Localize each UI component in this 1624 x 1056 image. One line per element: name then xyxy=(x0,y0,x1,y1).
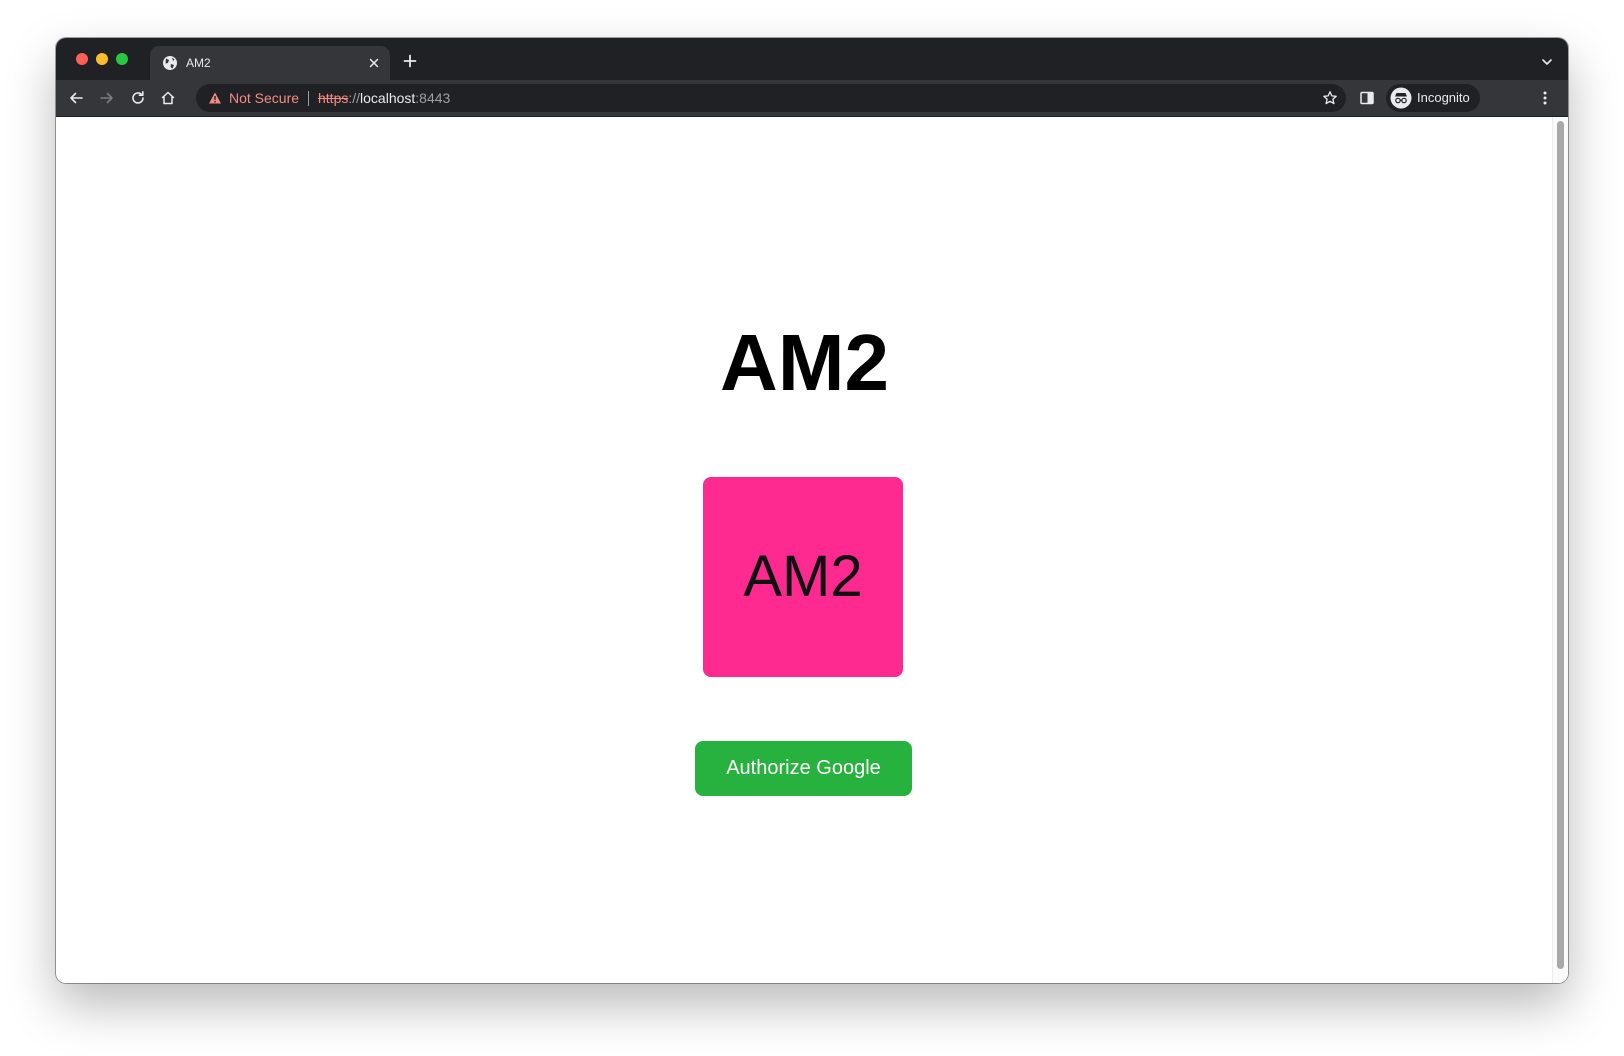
chevron-down-icon[interactable] xyxy=(1540,55,1554,69)
warning-icon[interactable] xyxy=(208,91,222,105)
plus-icon[interactable] xyxy=(402,53,418,69)
tab-am2[interactable]: AM2 xyxy=(150,46,390,80)
url-separator: :// xyxy=(348,90,361,106)
url-scheme: https xyxy=(318,90,349,106)
app-logo: AM2 xyxy=(703,477,903,677)
back-arrow-icon[interactable] xyxy=(65,87,87,109)
page-viewport: AM2 AM2 Authorize Google xyxy=(56,117,1568,983)
tab-strip: AM2 xyxy=(56,38,1568,80)
browser-window: AM2 Not Secure https://localhost:8443 In… xyxy=(56,38,1568,983)
scrollbar-thumb[interactable] xyxy=(1557,121,1564,969)
minimize-window-button[interactable] xyxy=(96,53,108,65)
close-window-button[interactable] xyxy=(76,53,88,65)
home-icon[interactable] xyxy=(157,87,179,109)
reload-icon[interactable] xyxy=(127,87,149,109)
vertical-scrollbar[interactable] xyxy=(1552,117,1568,983)
profile-label: Incognito xyxy=(1417,90,1470,105)
address-bar[interactable]: Not Secure https://localhost:8443 xyxy=(196,84,1346,112)
close-icon[interactable] xyxy=(366,55,382,71)
page-title: AM2 xyxy=(720,318,889,407)
globe-icon xyxy=(162,55,178,71)
url-host: localhost xyxy=(360,90,416,106)
forward-arrow-icon[interactable] xyxy=(96,87,118,109)
url-port: :8443 xyxy=(415,90,451,106)
star-icon[interactable] xyxy=(1322,90,1338,106)
side-panel-icon[interactable] xyxy=(1356,87,1378,109)
tab-title: AM2 xyxy=(186,56,211,70)
more-vert-icon[interactable] xyxy=(1534,87,1556,109)
logo-text: AM2 xyxy=(743,544,863,609)
security-status-label[interactable]: Not Secure xyxy=(229,90,299,106)
authorize-google-button[interactable]: Authorize Google xyxy=(695,741,912,796)
url-text[interactable]: https://localhost:8443 xyxy=(318,90,450,106)
zoom-window-button[interactable] xyxy=(116,53,128,65)
profile-button[interactable]: Incognito xyxy=(1386,84,1480,112)
incognito-icon xyxy=(1390,87,1412,109)
omnibox-divider xyxy=(308,91,309,106)
desktop-background: AM2 Not Secure https://localhost:8443 In… xyxy=(0,0,1624,1056)
browser-toolbar: Not Secure https://localhost:8443 Incogn… xyxy=(56,80,1568,117)
